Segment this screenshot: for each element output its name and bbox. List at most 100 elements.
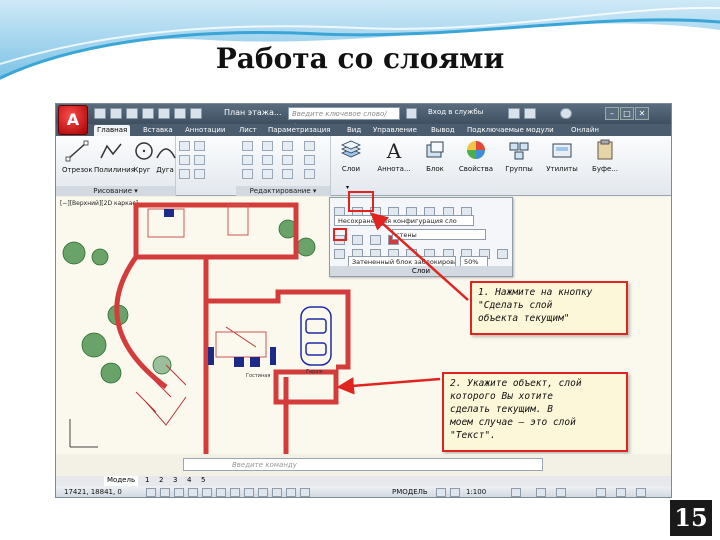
tab-layout-2[interactable]: 2: [156, 476, 166, 486]
exchange-icon[interactable]: [508, 108, 520, 119]
tab-insert[interactable]: Вставка: [140, 125, 176, 136]
copy-icon[interactable]: [242, 155, 253, 165]
model-space-toggle[interactable]: РМОДЕЛЬ: [392, 488, 428, 496]
help-icon[interactable]: [560, 108, 572, 119]
layers-toolbar-row-3: [334, 243, 510, 259]
tab-plugins[interactable]: Подключаемые модули: [464, 125, 557, 136]
gradient-icon[interactable]: [179, 169, 190, 179]
layers-button-label: Слои: [341, 165, 361, 173]
clipboard-button[interactable]: Буфе...: [588, 139, 622, 173]
grid-icon[interactable]: [160, 488, 170, 497]
block-button[interactable]: Блок: [420, 139, 450, 173]
block-icon: [426, 141, 444, 158]
viewport-icon[interactable]: [436, 488, 446, 497]
tab-layout-5[interactable]: 5: [198, 476, 208, 486]
tab-parametric[interactable]: Параметризация: [265, 125, 333, 136]
sign-in-button[interactable]: Вход в службы: [428, 108, 483, 116]
scale-icon[interactable]: [262, 169, 273, 179]
tab-annotate[interactable]: Аннотации: [182, 125, 228, 136]
save-as-icon[interactable]: [142, 108, 154, 119]
document-title: План этажа...: [224, 108, 282, 117]
ducs-icon[interactable]: [230, 488, 240, 497]
layer-state-dropdown[interactable]: Несохраненная конфигурация сло: [334, 215, 474, 226]
stretch-icon[interactable]: [242, 169, 253, 179]
annotation-visibility-icon[interactable]: [511, 488, 521, 497]
offset-icon[interactable]: [304, 169, 315, 179]
clean-screen-icon[interactable]: [636, 488, 646, 497]
close-button[interactable]: ✕: [635, 107, 649, 120]
polyline-button[interactable]: Полилиния: [94, 140, 135, 174]
user-icon[interactable]: [524, 108, 536, 119]
hardware-acceleration-icon[interactable]: [596, 488, 606, 497]
command-input[interactable]: Введите команду: [183, 458, 543, 471]
line-button[interactable]: Отрезок: [62, 140, 93, 174]
chevron-down-icon[interactable]: [194, 169, 205, 179]
tab-manage[interactable]: Управление: [370, 125, 420, 136]
title-bar: План этажа... Введите ключевое слово/фра…: [56, 104, 671, 130]
cursor-coordinates[interactable]: 17421, 18841, 0: [64, 488, 122, 496]
annotation-scale[interactable]: 1:100: [466, 488, 486, 496]
current-layer-dropdown[interactable]: стены: [392, 229, 486, 240]
lock-icon[interactable]: [556, 488, 566, 497]
circle-button-label: Круг: [133, 166, 151, 174]
mirror-icon[interactable]: [262, 155, 273, 165]
print-icon[interactable]: [158, 108, 170, 119]
utilities-button[interactable]: Утилиты: [542, 139, 582, 173]
array-icon[interactable]: [282, 169, 293, 179]
polar-icon[interactable]: [188, 488, 198, 497]
snap-icon[interactable]: [146, 488, 156, 497]
annotation-scale-icon[interactable]: [450, 488, 460, 497]
maximize-button[interactable]: □: [620, 107, 634, 120]
tab-model[interactable]: Модель: [104, 476, 139, 486]
tab-home[interactable]: Главная: [94, 125, 131, 136]
lineweight-icon[interactable]: [258, 488, 268, 497]
osnap-icon[interactable]: [202, 488, 212, 497]
tab-output[interactable]: Вывод: [428, 125, 458, 136]
explode-icon[interactable]: [304, 155, 315, 165]
new-file-icon[interactable]: [94, 108, 106, 119]
annotation-button[interactable]: A Аннота...: [374, 139, 414, 173]
selection-cycling-icon[interactable]: [300, 488, 310, 497]
erase-icon[interactable]: [304, 141, 315, 151]
properties-button[interactable]: Свойства: [456, 139, 496, 173]
help-search-input[interactable]: Введите ключевое слово/фразу: [288, 107, 400, 130]
groups-button[interactable]: Группы: [502, 139, 536, 173]
open-file-icon[interactable]: [110, 108, 122, 119]
tab-layout[interactable]: Лист: [236, 125, 260, 136]
tab-online[interactable]: Онлайн: [568, 125, 602, 136]
application-menu-button[interactable]: A: [58, 105, 88, 135]
ortho-icon[interactable]: [174, 488, 184, 497]
workspace-icon[interactable]: [536, 488, 546, 497]
transparency-icon[interactable]: [272, 488, 282, 497]
undo-icon[interactable]: [174, 108, 186, 119]
tab-layout-4[interactable]: 4: [184, 476, 194, 486]
tab-layout-1[interactable]: 1: [142, 476, 152, 486]
tab-layout-3[interactable]: 3: [170, 476, 180, 486]
arc-button[interactable]: Дуга: [154, 140, 176, 174]
otrack-icon[interactable]: [216, 488, 226, 497]
draw-panel-label[interactable]: Рисование ▾: [56, 186, 175, 196]
highlight-layers-button: [348, 191, 374, 212]
redo-icon[interactable]: [190, 108, 202, 119]
text-icon: A: [386, 139, 402, 163]
save-icon[interactable]: [126, 108, 138, 119]
dyn-icon[interactable]: [244, 488, 254, 497]
tab-view[interactable]: Вид: [344, 125, 364, 136]
search-icon[interactable]: [406, 108, 417, 119]
modify-panel-label[interactable]: Редактирование ▾: [236, 186, 330, 196]
layer-delete-icon[interactable]: [496, 248, 508, 259]
trim-icon[interactable]: [282, 141, 293, 151]
move-icon[interactable]: [242, 141, 253, 151]
chevron-down-icon[interactable]: [194, 155, 205, 165]
rotate-icon[interactable]: [262, 141, 273, 151]
quick-properties-icon[interactable]: [286, 488, 296, 497]
layer-tool-icon[interactable]: [334, 248, 345, 259]
circle-button[interactable]: Круг: [132, 140, 153, 174]
isolate-objects-icon[interactable]: [616, 488, 626, 497]
hatch-icon[interactable]: [179, 155, 190, 165]
minimize-button[interactable]: –: [605, 107, 619, 120]
chevron-down-icon[interactable]: [194, 141, 205, 151]
fillet-icon[interactable]: [282, 155, 293, 165]
layers-button[interactable]: Слои: [336, 139, 366, 173]
rectangle-icon[interactable]: [179, 141, 190, 151]
